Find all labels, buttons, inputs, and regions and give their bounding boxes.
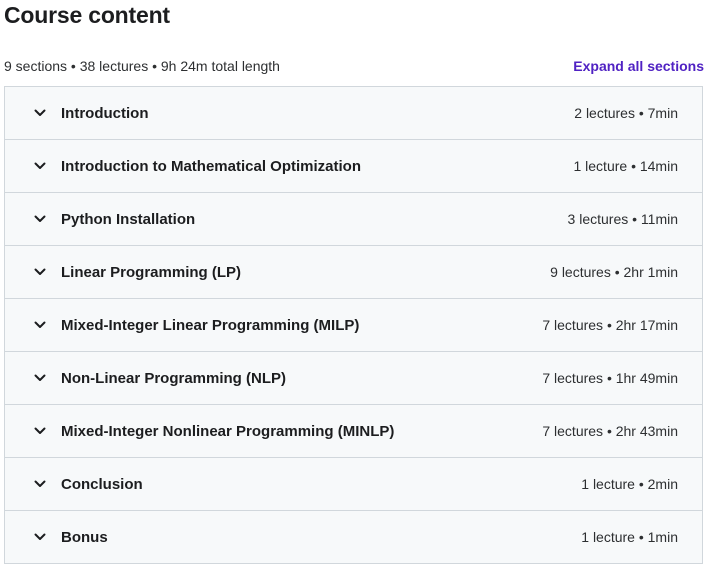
section-meta: 1 lecture • 14min	[573, 158, 678, 174]
section-list: Introduction 2 lectures • 7min Introduct…	[4, 86, 703, 564]
section-item-nlp[interactable]: Non-Linear Programming (NLP) 7 lectures …	[5, 352, 702, 405]
chevron-down-icon	[34, 160, 46, 172]
section-item-intro-math-optimization[interactable]: Introduction to Mathematical Optimizatio…	[5, 140, 702, 193]
section-meta: 7 lectures • 1hr 49min	[542, 370, 678, 386]
course-summary: 9 sections • 38 lectures • 9h 24m total …	[4, 58, 280, 74]
section-title: Introduction to Mathematical Optimizatio…	[61, 157, 361, 175]
section-title: Introduction	[61, 104, 149, 122]
expand-all-sections-button[interactable]: Expand all sections	[573, 58, 704, 74]
section-item-bonus[interactable]: Bonus 1 lecture • 1min	[5, 511, 702, 563]
section-item-linear-programming[interactable]: Linear Programming (LP) 9 lectures • 2hr…	[5, 246, 702, 299]
chevron-down-icon	[34, 478, 46, 490]
chevron-down-icon	[34, 107, 46, 119]
section-item-introduction[interactable]: Introduction 2 lectures • 7min	[5, 87, 702, 140]
section-item-minlp[interactable]: Mixed-Integer Nonlinear Programming (MIN…	[5, 405, 702, 458]
section-meta: 2 lectures • 7min	[574, 105, 678, 121]
chevron-down-icon	[34, 213, 46, 225]
section-title: Bonus	[61, 528, 108, 546]
section-title: Python Installation	[61, 210, 196, 228]
section-title: Non-Linear Programming (NLP)	[61, 369, 287, 387]
section-meta: 1 lecture • 1min	[581, 529, 678, 545]
section-meta: 9 lectures • 2hr 1min	[550, 264, 678, 280]
chevron-down-icon	[34, 425, 46, 437]
section-item-conclusion[interactable]: Conclusion 1 lecture • 2min	[5, 458, 702, 511]
section-meta: 3 lectures • 11min	[567, 211, 678, 227]
section-title: Mixed-Integer Nonlinear Programming (MIN…	[61, 422, 395, 440]
chevron-down-icon	[34, 266, 46, 278]
section-item-milp[interactable]: Mixed-Integer Linear Programming (MILP) …	[5, 299, 702, 352]
section-title: Mixed-Integer Linear Programming (MILP)	[61, 316, 360, 334]
section-meta: 7 lectures • 2hr 17min	[542, 317, 678, 333]
section-meta: 1 lecture • 2min	[581, 476, 678, 492]
page-title: Course content	[4, 2, 170, 28]
chevron-down-icon	[34, 531, 46, 543]
section-title: Linear Programming (LP)	[61, 263, 242, 281]
section-meta: 7 lectures • 2hr 43min	[542, 423, 678, 439]
chevron-down-icon	[34, 372, 46, 384]
chevron-down-icon	[34, 319, 46, 331]
section-title: Conclusion	[61, 475, 143, 493]
course-summary-row: 9 sections • 38 lectures • 9h 24m total …	[4, 56, 704, 76]
section-item-python-installation[interactable]: Python Installation 3 lectures • 11min	[5, 193, 702, 246]
